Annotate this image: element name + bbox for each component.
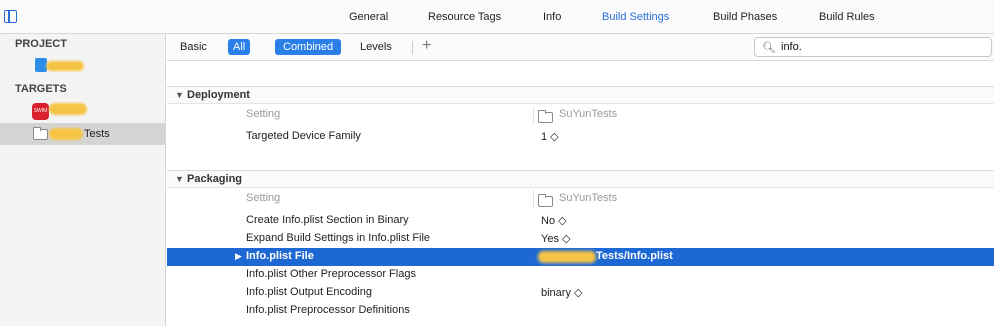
- disclosure-down-icon[interactable]: ▼: [175, 90, 184, 100]
- setting-name: Targeted Device Family: [246, 130, 361, 142]
- column-separator: [533, 190, 534, 208]
- target-folder-icon: [538, 194, 553, 207]
- disclosure-down-icon[interactable]: ▼: [175, 174, 184, 184]
- setting-column-header: Setting: [246, 108, 281, 120]
- setting-column-header: Setting: [246, 192, 281, 204]
- setting-row-preprocessor-definitions[interactable]: Info.plist Preprocessor Definitions: [167, 302, 994, 320]
- tab-build-settings[interactable]: Build Settings: [602, 11, 669, 23]
- setting-name: Info.plist Output Encoding: [246, 286, 372, 298]
- setting-row-output-encoding[interactable]: Info.plist Output Encoding binary ◇: [167, 284, 994, 302]
- setting-value-text[interactable]: Tests/Info.plist: [596, 250, 673, 262]
- tab-build-phases[interactable]: Build Phases: [713, 11, 777, 23]
- setting-name: Info.plist Preprocessor Definitions: [246, 304, 410, 316]
- tests-target-label: Tests: [84, 128, 110, 140]
- setting-row-create-info-plist-section[interactable]: Create Info.plist Section in Binary No ◇: [167, 212, 994, 230]
- column-header-row: Setting SuYunTests: [167, 106, 994, 124]
- tab-info[interactable]: Info: [543, 11, 561, 23]
- search-input[interactable]: [781, 41, 981, 53]
- setting-value-popup[interactable]: 1 ◇: [541, 130, 559, 143]
- tab-build-rules[interactable]: Build Rules: [819, 11, 875, 23]
- project-navigator-sidebar: PROJECT TARGETS SWIM Tests: [0, 34, 166, 326]
- search-icon: 🔍︎: [762, 42, 776, 54]
- setting-row-targeted-device-family[interactable]: Targeted Device Family 1 ◇: [167, 128, 994, 146]
- tab-general[interactable]: General: [349, 11, 388, 23]
- section-title: Packaging: [187, 173, 243, 185]
- disclosure-right-icon[interactable]: ▶: [235, 251, 242, 262]
- setting-row-expand-build-settings[interactable]: Expand Build Settings in Info.plist File…: [167, 230, 994, 248]
- target-column-header: SuYunTests: [559, 192, 618, 204]
- filter-divider: [412, 41, 413, 54]
- section-header-packaging[interactable]: ▼ Packaging: [167, 170, 994, 188]
- project-heading: PROJECT: [15, 38, 67, 50]
- build-settings-table: ▼ Deployment Setting SuYunTests Targeted…: [167, 62, 994, 326]
- tab-resource-tags[interactable]: Resource Tags: [428, 11, 501, 23]
- setting-row-other-preprocessor-flags[interactable]: Info.plist Other Preprocessor Flags: [167, 266, 994, 284]
- search-field[interactable]: 🔍︎: [754, 37, 992, 57]
- redacted-project-name: [46, 61, 84, 71]
- column-header-row: Setting SuYunTests: [167, 190, 994, 208]
- all-filter-button[interactable]: All: [228, 39, 251, 55]
- setting-value-popup[interactable]: Yes ◇: [541, 232, 570, 245]
- basic-filter-button[interactable]: Basic: [175, 39, 212, 55]
- setting-name: Info.plist Other Preprocessor Flags: [246, 268, 416, 280]
- section-header-deployment[interactable]: ▼ Deployment: [167, 86, 994, 104]
- sidebar-toggle-icon[interactable]: [4, 10, 17, 23]
- target-folder-icon: [538, 110, 553, 123]
- app-target-icon[interactable]: SWIM: [32, 103, 49, 120]
- folder-icon: [33, 127, 48, 140]
- redacted-app-target-name: [49, 103, 87, 115]
- setting-name: Create Info.plist Section in Binary: [246, 214, 409, 226]
- levels-view-button[interactable]: Levels: [355, 39, 397, 55]
- build-settings-filter-bar: Basic All Combined Levels + 🔍︎: [167, 34, 994, 61]
- setting-row-info-plist-file[interactable]: ▶ Info.plist File Tests/Info.plist: [167, 248, 994, 266]
- combined-view-button[interactable]: Combined: [275, 39, 342, 55]
- setting-name: Info.plist File: [246, 250, 314, 262]
- redacted-tests-target-name: [49, 128, 83, 140]
- redacted-target-prefix: [538, 251, 596, 263]
- setting-value-popup[interactable]: binary ◇: [541, 286, 582, 299]
- section-title: Deployment: [187, 89, 250, 101]
- column-separator: [533, 106, 534, 124]
- add-setting-button[interactable]: +: [422, 37, 431, 55]
- target-column-header: SuYunTests: [559, 108, 618, 120]
- setting-value-popup[interactable]: No ◇: [541, 214, 567, 227]
- setting-name: Expand Build Settings in Info.plist File: [246, 232, 431, 244]
- top-tab-bar: General Resource Tags Info Build Setting…: [0, 0, 994, 34]
- targets-heading: TARGETS: [15, 83, 67, 95]
